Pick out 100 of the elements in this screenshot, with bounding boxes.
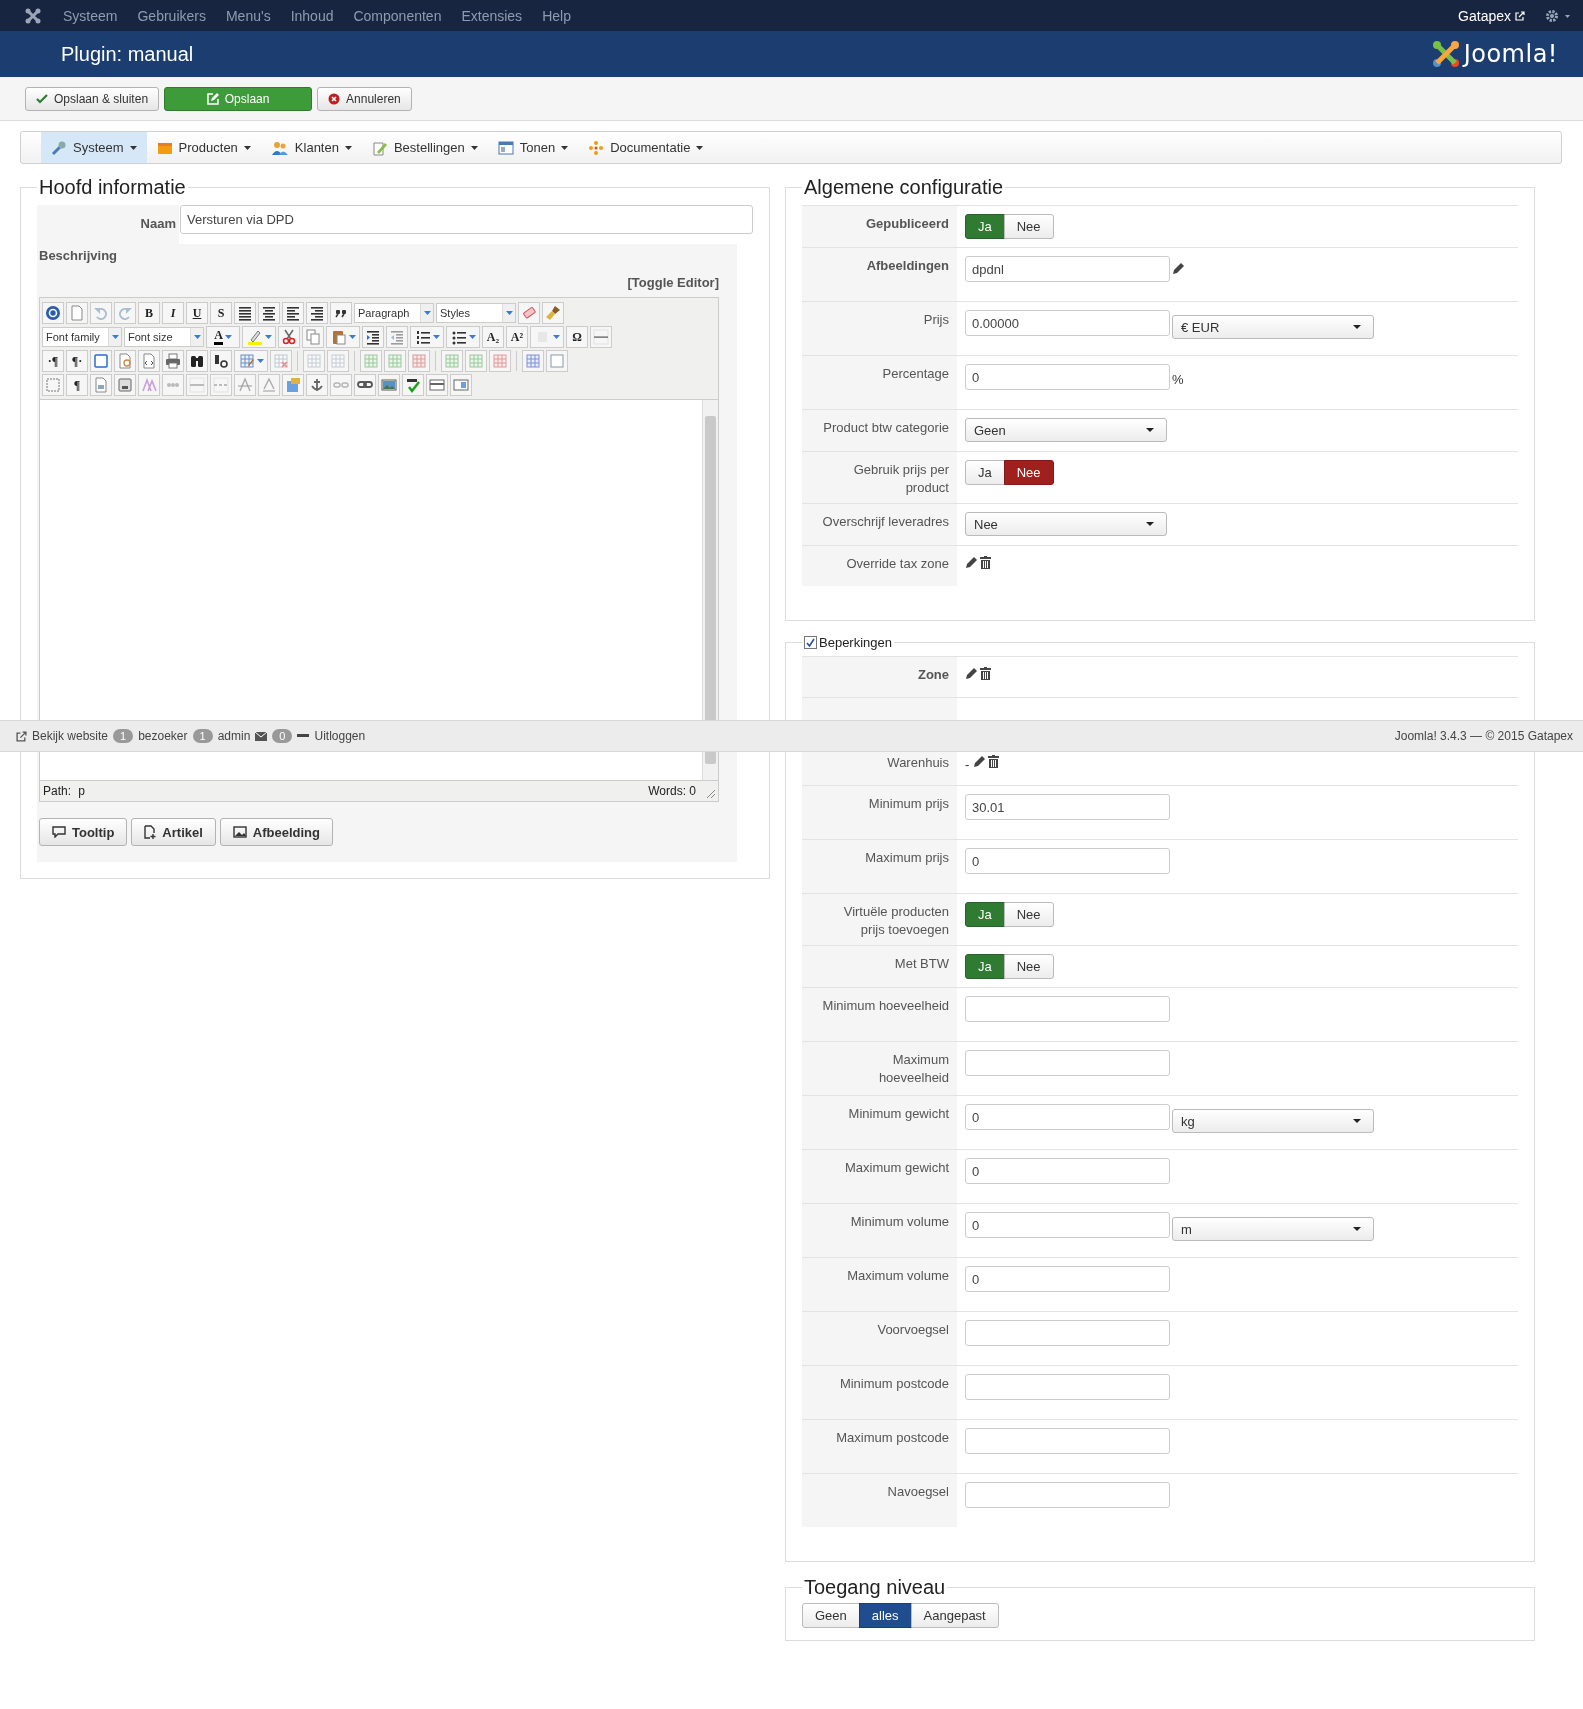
editor-button[interactable]: Tooltip [39, 818, 128, 846]
editor-tool-button[interactable]: A₂ [482, 326, 504, 348]
access-option[interactable]: alles [858, 1603, 912, 1628]
nav-menu-item[interactable]: Gebruikers [137, 7, 206, 24]
editor-tool-button[interactable] [446, 326, 480, 348]
component-menu-item[interactable]: Bestellingen [361, 132, 488, 163]
editor-tool-button[interactable] [362, 326, 384, 348]
toggle-option[interactable]: Ja [965, 460, 1005, 485]
text-input[interactable]: 30.01 [965, 794, 1170, 820]
checkbox[interactable] [804, 636, 817, 649]
toggle-option[interactable]: Nee [1003, 214, 1054, 239]
toggle-option[interactable]: Nee [1003, 460, 1054, 485]
component-menu-item[interactable]: Systeem [41, 132, 147, 163]
pencil-icon[interactable] [965, 556, 978, 569]
text-input[interactable]: dpdnl [965, 256, 1170, 282]
caret-icon [1146, 428, 1154, 432]
settings-icon[interactable] [1545, 8, 1571, 23]
editor-tool-button[interactable] [330, 302, 352, 324]
editor-tool-button[interactable]: A² [506, 326, 528, 348]
nav-menu-item[interactable]: Help [542, 7, 571, 24]
select-dropdown[interactable]: m [1172, 1217, 1374, 1241]
toggle-option[interactable]: Ja [965, 214, 1005, 239]
toolbar-button[interactable]: Annuleren [317, 86, 412, 111]
editor-dropdown[interactable]: Paragraph [354, 303, 434, 323]
editor-tool-button[interactable] [210, 350, 232, 372]
text-input[interactable]: 0 [965, 1212, 1170, 1238]
editor-dropdown[interactable]: Font size [124, 327, 204, 347]
toolbar-button[interactable]: Opslaan [164, 86, 313, 111]
component-menu-item[interactable]: Tonen [487, 132, 579, 163]
text-input[interactable]: 0 [965, 364, 1170, 390]
toggle-option[interactable]: Nee [1003, 902, 1054, 927]
text-input[interactable] [965, 1374, 1170, 1400]
text-input[interactable] [965, 1482, 1170, 1508]
editor-tool-button[interactable] [402, 374, 424, 396]
nav-menu-item[interactable]: Systeem [63, 7, 118, 24]
editor-tool-button[interactable] [258, 302, 280, 324]
component-menu-item[interactable]: Producten [146, 132, 261, 163]
resize-grip-icon[interactable] [706, 789, 716, 799]
text-input[interactable] [965, 1050, 1170, 1076]
site-link[interactable]: Gatapex [1458, 7, 1511, 24]
view-site-link[interactable]: Bekijk website [32, 729, 109, 743]
nav-menu-item[interactable]: Menu's [225, 7, 271, 24]
text-input[interactable]: 0 [965, 1104, 1170, 1130]
editor-tool-button[interactable]: A [206, 326, 240, 348]
editor-button[interactable]: Afbeelding [219, 818, 333, 846]
component-menu-item[interactable]: Klanten [260, 132, 362, 163]
select-dropdown[interactable]: Nee [965, 512, 1167, 536]
name-input[interactable]: Versturen via DPD [180, 205, 753, 234]
editor-tool-button[interactable]: U [186, 302, 208, 324]
nav-menu-item[interactable]: Inhoud [290, 7, 334, 24]
editor-dropdown[interactable]: Font family [42, 327, 122, 347]
toggle-editor-link[interactable]: [Toggle Editor] [627, 275, 719, 290]
text-input[interactable]: 0 [965, 1266, 1170, 1292]
nav-menu-item[interactable]: Componenten [353, 7, 442, 24]
scrollbar[interactable] [702, 400, 718, 780]
toolbar-button[interactable]: Opslaan & sluiten [25, 86, 160, 111]
access-option[interactable]: Aangepast [910, 1603, 999, 1628]
pencil-icon[interactable] [973, 755, 987, 768]
editor-tool-button[interactable] [234, 302, 256, 324]
text-input[interactable]: 0 [965, 848, 1170, 874]
text-input[interactable] [965, 1320, 1170, 1346]
text-input[interactable]: 0.00000 [965, 310, 1170, 336]
editor-tool-button[interactable]: ·¶ [42, 350, 64, 372]
component-menu-item[interactable]: Documentatie [578, 132, 714, 163]
text-input[interactable]: 0 [965, 1158, 1170, 1184]
editor-tool-button[interactable]: Ω [566, 326, 588, 348]
editor-button[interactable]: Artikel [131, 818, 216, 846]
editor-tool-button[interactable] [114, 374, 136, 396]
text-input[interactable] [965, 1428, 1170, 1454]
editor-tool-button[interactable] [306, 302, 328, 324]
editor-tool-button[interactable] [282, 302, 304, 324]
select-dropdown[interactable]: kg [1172, 1109, 1374, 1133]
toggle-option[interactable]: Nee [1003, 954, 1054, 979]
editor-tool-button[interactable] [354, 374, 376, 396]
logout-link[interactable]: Uitloggen [314, 729, 366, 743]
toggle-option[interactable]: Ja [965, 954, 1005, 979]
pencil-icon[interactable] [1172, 262, 1185, 275]
editor-tool-button[interactable]: ¶ [66, 374, 88, 396]
toggle-option[interactable]: Ja [965, 902, 1005, 927]
text-input[interactable] [965, 996, 1170, 1022]
trash-icon[interactable] [980, 556, 991, 569]
editor-dropdown[interactable]: Styles [436, 303, 516, 323]
logo-icon[interactable] [25, 7, 41, 24]
select-dropdown[interactable]: Geen [965, 418, 1167, 442]
access-option[interactable]: Geen [802, 1603, 860, 1628]
numbered-list-icon [414, 329, 431, 345]
trash-icon[interactable] [988, 755, 1000, 768]
editor-tool-button[interactable] [186, 350, 208, 372]
trash-icon[interactable] [980, 667, 991, 680]
pencil-icon[interactable] [965, 667, 978, 680]
editor-tool-button[interactable] [42, 302, 64, 324]
editor-tool-button[interactable]: I [162, 302, 184, 324]
editor-tool-button[interactable] [410, 326, 444, 348]
select-dropdown[interactable]: € EUR [1172, 315, 1374, 339]
field-label: Minimum volume [850, 1214, 949, 1229]
editor-tool-button[interactable]: ¶· [66, 350, 88, 372]
editor-tool-button[interactable]: B [138, 302, 160, 324]
editor-tool-button[interactable]: S [210, 302, 232, 324]
status-label: bezoeker [138, 729, 188, 743]
nav-menu-item[interactable]: Extensies [461, 7, 523, 24]
